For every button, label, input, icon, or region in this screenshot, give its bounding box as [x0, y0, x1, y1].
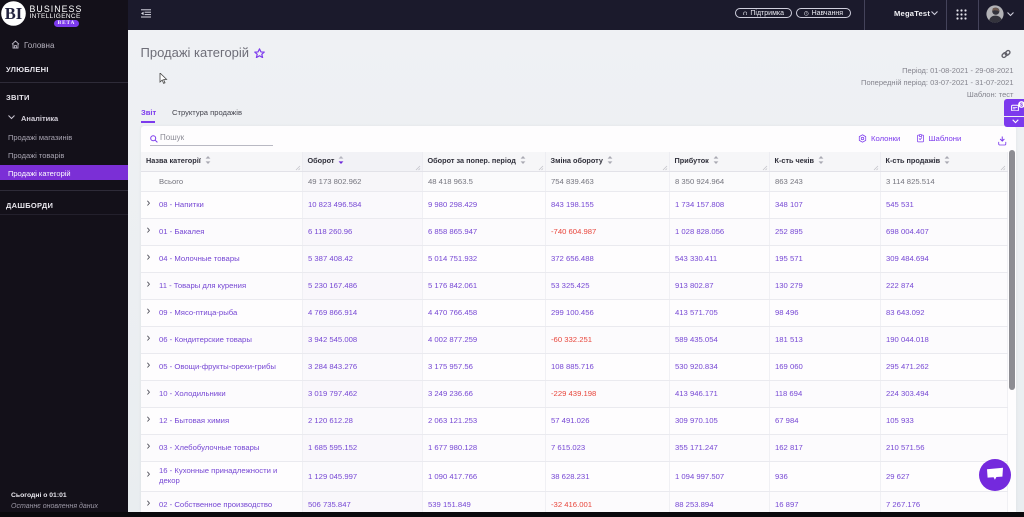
svg-text:BI: BI: [5, 4, 22, 23]
svg-text:$: $: [1020, 102, 1023, 108]
